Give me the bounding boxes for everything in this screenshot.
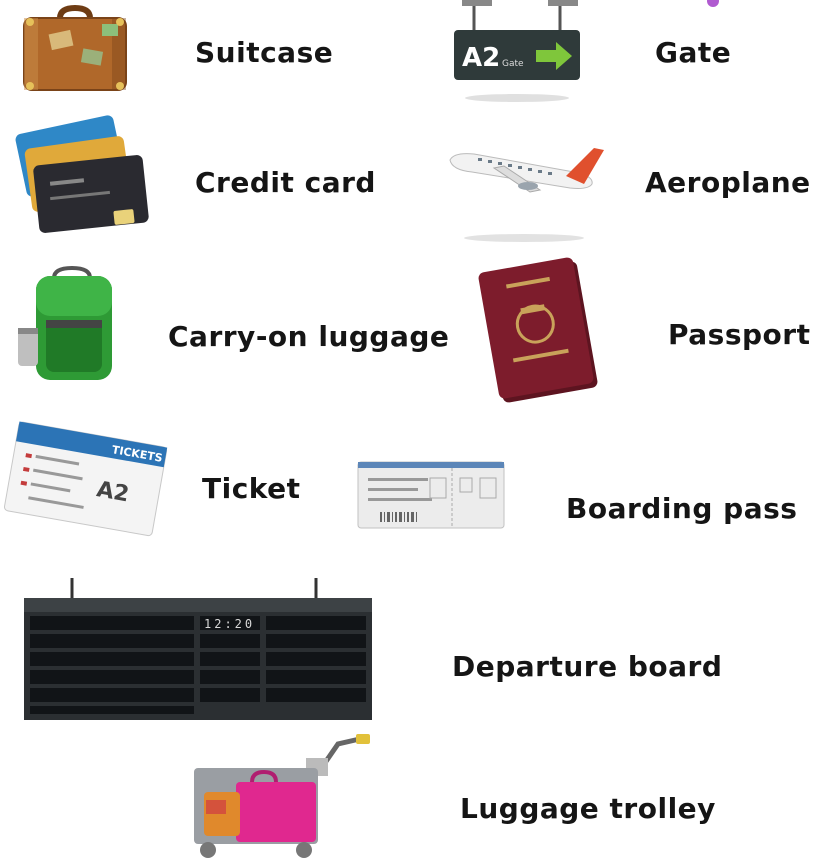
ticket-label: Ticket: [202, 472, 301, 505]
purple-accent-mark: [706, 0, 720, 8]
credit-card-icon: [10, 115, 160, 236]
luggage-trolley-label: Luggage trolley: [460, 792, 716, 825]
aeroplane-icon: [444, 142, 604, 246]
gate-label: Gate: [655, 36, 732, 69]
gate-sign-number: A2: [462, 43, 500, 73]
departure-board-time: 12:20: [204, 617, 255, 631]
passport-icon: [478, 254, 618, 406]
credit-card-label: Credit card: [195, 166, 376, 199]
gate-sign-icon: A2 Gate: [452, 0, 582, 104]
departure-board-label: Departure board: [452, 650, 723, 683]
backpack-icon: [14, 265, 114, 382]
passport-label: Passport: [668, 318, 811, 351]
carry-on-luggage-label: Carry-on luggage: [168, 320, 450, 353]
boarding-pass-icon: [356, 458, 506, 538]
aeroplane-label: Aeroplane: [645, 166, 811, 199]
suitcase-label: Suitcase: [195, 36, 334, 69]
ticket-icon: TICKETS A2: [2, 420, 170, 544]
departure-board-icon: 12:20: [24, 578, 374, 724]
suitcase-icon: [20, 4, 130, 94]
gate-sign-subtext: Gate: [502, 59, 524, 69]
boarding-pass-label: Boarding pass: [566, 492, 798, 525]
luggage-trolley-icon: [188, 734, 378, 860]
